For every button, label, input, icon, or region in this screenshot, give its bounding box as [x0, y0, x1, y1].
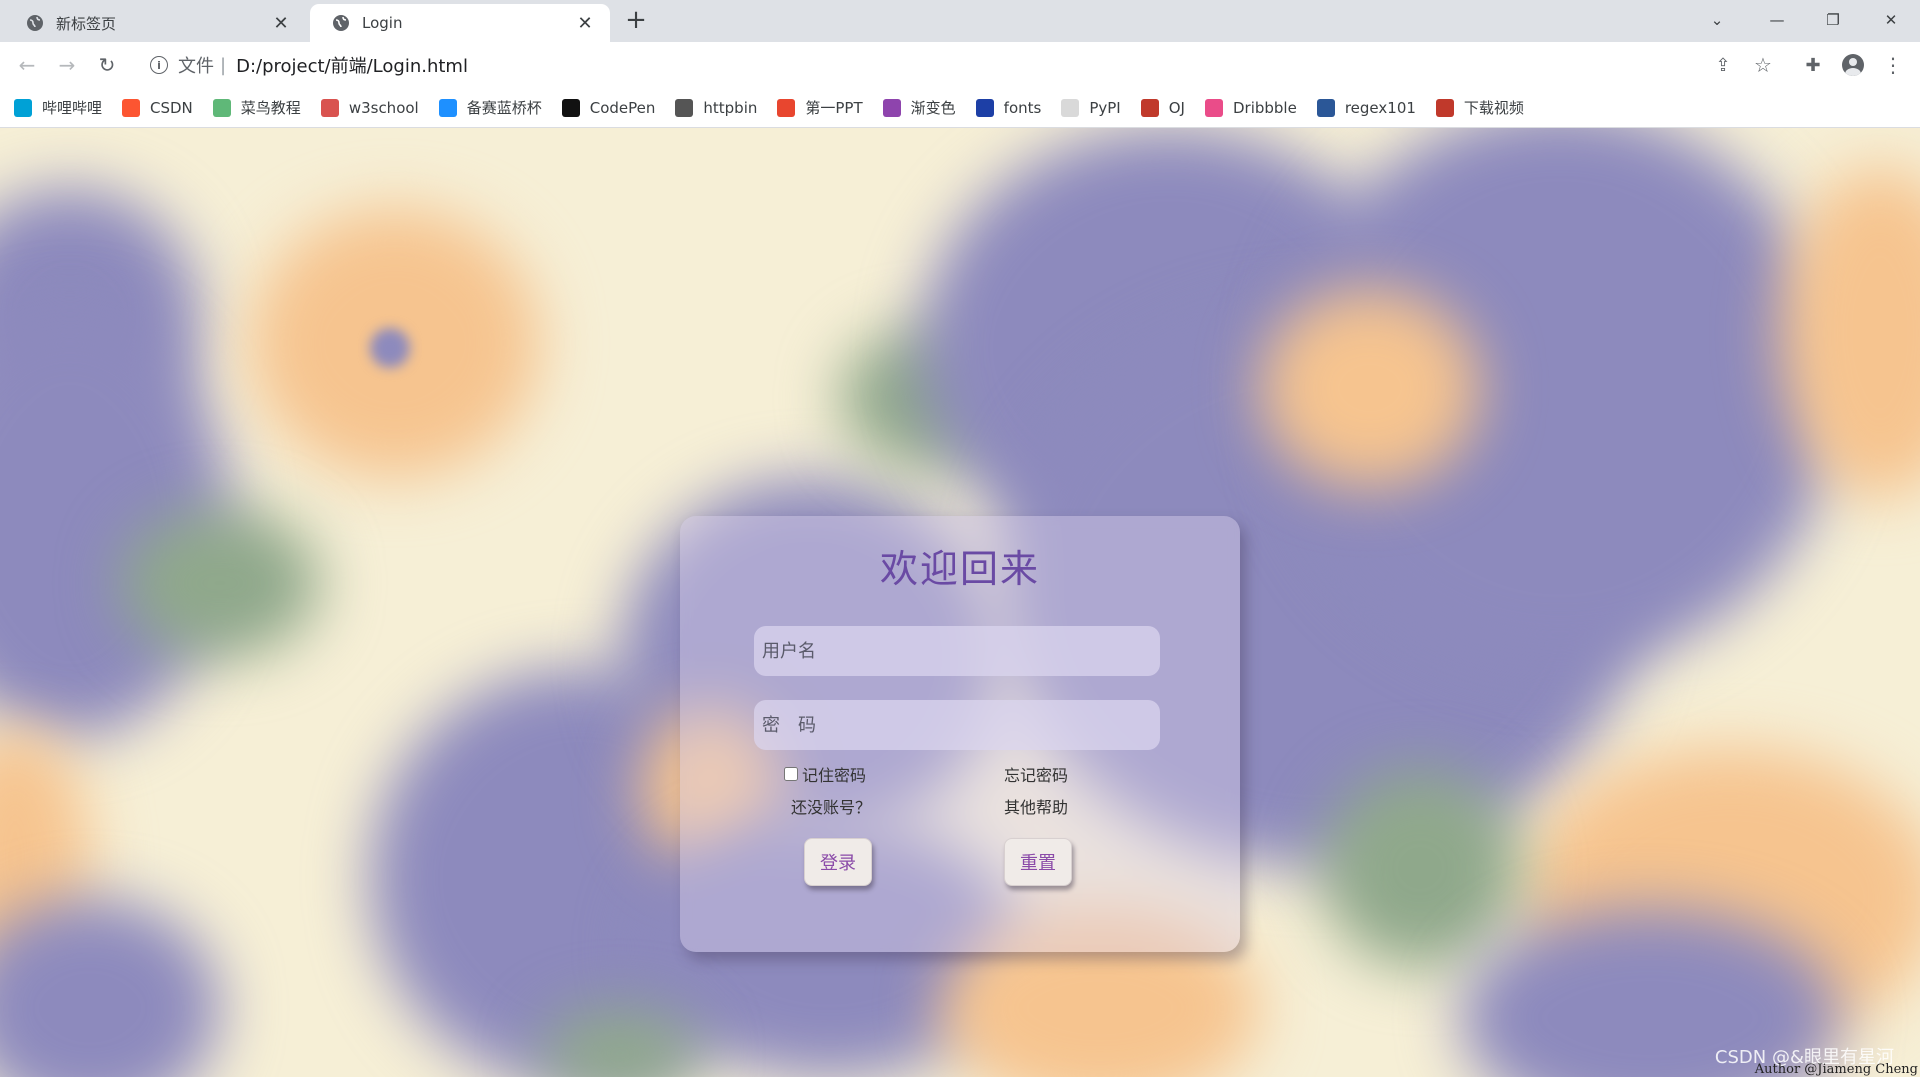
- bookmark-httpbin[interactable]: httpbin: [675, 98, 758, 117]
- bookmark-label: 哔哩哔哩: [42, 99, 103, 117]
- bookmark-label: CodePen: [589, 98, 656, 117]
- bookmarks-bar: 哔哩哔哩 CSDN 菜鸟教程 w3school 备赛蓝桥杯 CodePen httpbin 第…: [0, 88, 1920, 128]
- httpbin-icon: [675, 98, 694, 117]
- bookmark-pypi[interactable]: PyPI: [1061, 98, 1121, 117]
- w3school-icon: [320, 98, 339, 117]
- oj-icon: [1140, 98, 1159, 117]
- register-link[interactable]: 还没账号？: [791, 794, 871, 818]
- tab-new-tab[interactable]: 新标签页 ✕: [4, 4, 306, 42]
- runoob-icon: [212, 98, 231, 117]
- csdn-icon: [122, 98, 141, 117]
- kebab-menu-icon[interactable]: ⋮: [1880, 52, 1906, 78]
- bookmark-label: fonts: [1003, 98, 1042, 117]
- pypi-icon: [1061, 98, 1080, 117]
- bookmark-label: httpbin: [703, 98, 758, 117]
- address-url[interactable]: D:/project/前端/Login.html: [236, 52, 468, 78]
- bookmark-bilibili[interactable]: 哔哩哔哩: [14, 97, 102, 118]
- info-icon[interactable]: i: [150, 56, 168, 74]
- window-close-icon[interactable]: ✕: [1868, 4, 1914, 36]
- extensions-puzzle-icon[interactable]: ✚: [1800, 52, 1826, 78]
- username-input[interactable]: [754, 626, 1160, 676]
- remember-password-option[interactable]: 记住密码: [784, 762, 866, 786]
- bookmark-oj[interactable]: OJ: [1140, 98, 1185, 117]
- ppt-icon: [777, 98, 796, 117]
- bookmark-star-icon[interactable]: ☆: [1750, 52, 1776, 78]
- bookmark-label: 下载视频: [1463, 99, 1524, 117]
- globe-icon: [27, 15, 43, 31]
- bookmark-label: regex101: [1344, 98, 1416, 117]
- tab-strip: 新标签页 ✕ Login ✕ + ⌄ — ❐ ✕: [0, 0, 1920, 42]
- tab-login[interactable]: Login ✕: [310, 4, 610, 42]
- back-arrow-icon[interactable]: ←: [12, 50, 42, 80]
- bookmark-label: 渐变色: [910, 99, 956, 117]
- page-background: 欢迎回来 记住密码 忘记密码 还没账号？ 其他帮助 登录 重置 CSDN @&眼…: [0, 128, 1920, 1077]
- gradient-icon: [882, 98, 901, 117]
- bookmark-label: 备赛蓝桥杯: [466, 99, 542, 117]
- regex101-icon: [1316, 98, 1335, 117]
- bookmark-dribbble[interactable]: Dribbble: [1204, 98, 1297, 117]
- author-credit: Author @Jiameng Cheng: [1754, 1062, 1918, 1077]
- bookmark-download-video[interactable]: 下载视频: [1435, 97, 1524, 118]
- login-button[interactable]: 登录: [804, 838, 872, 886]
- address-scheme-label: 文件: [178, 56, 214, 77]
- dribbble-icon: [1204, 98, 1223, 117]
- reset-button[interactable]: 重置: [1004, 838, 1072, 886]
- bookmark-label: Dribbble: [1232, 98, 1297, 117]
- bookmark-ppt[interactable]: 第一PPT: [777, 97, 863, 118]
- page-title: 欢迎回来: [879, 547, 1040, 591]
- bookmark-label: CSDN: [150, 98, 193, 117]
- fonts-icon: [975, 98, 994, 117]
- share-icon[interactable]: ⇪: [1710, 52, 1736, 78]
- reload-icon[interactable]: ↻: [92, 50, 122, 80]
- bookmark-w3school[interactable]: w3school: [320, 98, 419, 117]
- close-icon[interactable]: ✕: [574, 12, 596, 34]
- tab-title: Login: [362, 14, 403, 32]
- bookmark-fonts[interactable]: fonts: [975, 98, 1042, 117]
- tab-title: 新标签页: [56, 14, 117, 33]
- bookmark-label: 菜鸟教程: [240, 99, 301, 117]
- bookmark-codepen[interactable]: CodePen: [561, 98, 656, 117]
- remember-password-checkbox[interactable]: [784, 767, 798, 781]
- tab-search-chevron-icon[interactable]: ⌄: [1694, 4, 1740, 36]
- bookmark-regex101[interactable]: regex101: [1316, 98, 1416, 117]
- bookmark-label: 第一PPT: [805, 99, 863, 117]
- bookmark-csdn[interactable]: CSDN: [122, 98, 193, 117]
- profile-avatar-icon[interactable]: [1840, 52, 1866, 78]
- restore-icon[interactable]: ❐: [1810, 4, 1856, 36]
- forgot-password-link[interactable]: 忘记密码: [1004, 762, 1068, 786]
- bookmark-runoob[interactable]: 菜鸟教程: [212, 97, 301, 118]
- bookmark-label: OJ: [1168, 98, 1185, 117]
- minimize-icon[interactable]: —: [1754, 4, 1800, 36]
- lanqiao-icon: [438, 98, 457, 117]
- globe-icon: [333, 15, 349, 31]
- new-tab-button[interactable]: +: [622, 5, 650, 35]
- address-separator: |: [220, 54, 227, 76]
- bilibili-icon: [14, 98, 32, 117]
- bookmark-gradient[interactable]: 渐变色: [882, 97, 956, 118]
- download-video-icon: [1435, 98, 1454, 117]
- remember-password-label: 记住密码: [802, 766, 867, 785]
- login-card: 欢迎回来 记住密码 忘记密码 还没账号？ 其他帮助 登录 重置: [680, 516, 1240, 952]
- bookmark-lanqiao[interactable]: 备赛蓝桥杯: [438, 97, 542, 118]
- bookmark-label: w3school: [348, 98, 419, 117]
- close-icon[interactable]: ✕: [270, 12, 292, 34]
- bookmark-label: PyPI: [1089, 98, 1121, 117]
- forward-arrow-icon[interactable]: →: [52, 50, 82, 80]
- password-input[interactable]: [754, 700, 1160, 750]
- codepen-icon: [561, 98, 580, 117]
- address-bar[interactable]: i 文件 | D:/project/前端/Login.html: [136, 48, 1686, 82]
- other-help-link[interactable]: 其他帮助: [1004, 794, 1068, 818]
- address-toolbar: ← → ↻ i 文件 | D:/project/前端/Login.html ⇪ …: [0, 42, 1920, 88]
